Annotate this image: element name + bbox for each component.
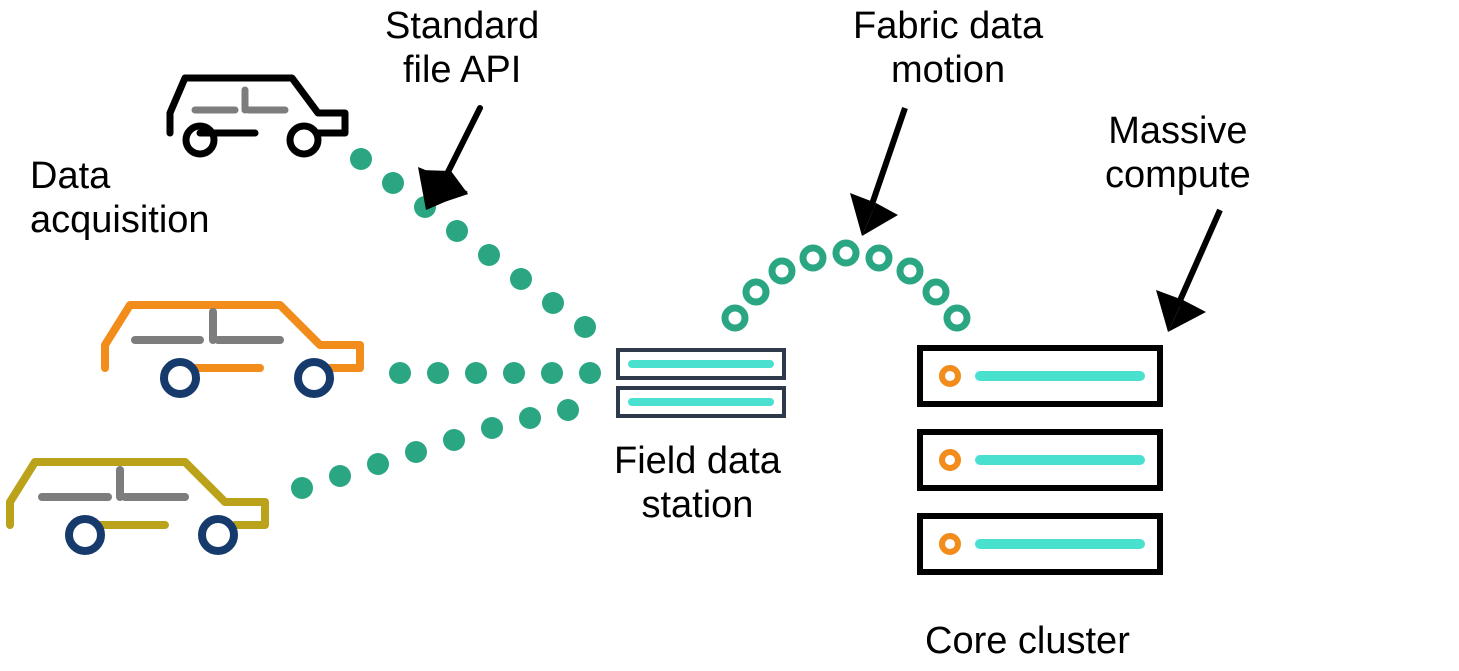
car-icon-orange: [105, 305, 360, 394]
car-icon-gold: [10, 462, 265, 551]
field-data-station-icon: [618, 350, 784, 416]
arrowheads: [418, 108, 1220, 332]
diagram-stage: Data acquisition Standard file API Fabri…: [0, 0, 1459, 671]
car-icon-black: [170, 78, 345, 154]
open-circle-arc: [725, 243, 967, 328]
core-cluster-icon: [920, 348, 1160, 572]
diagram-svg: [0, 0, 1459, 671]
